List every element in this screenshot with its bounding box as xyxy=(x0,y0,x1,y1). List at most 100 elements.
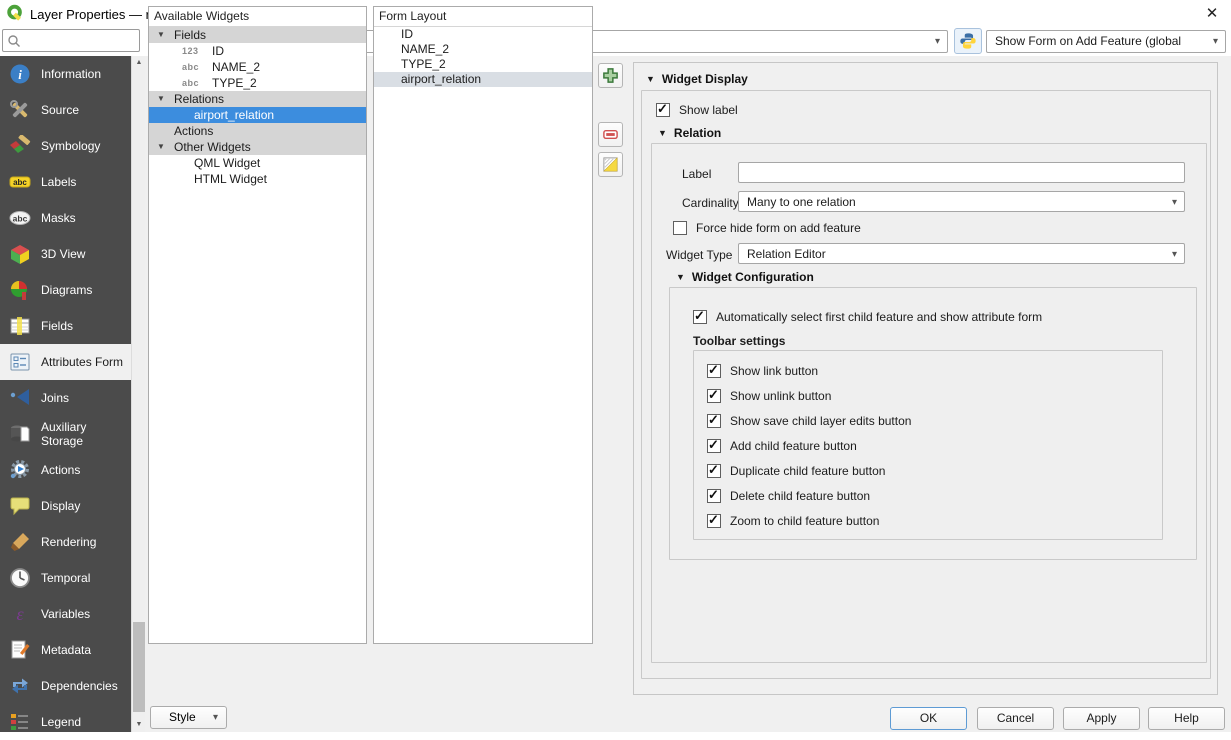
rename-item-button[interactable] xyxy=(598,152,623,177)
relation-header[interactable]: ▼ Relation xyxy=(658,126,721,140)
sidebar-item-fields[interactable]: Fields xyxy=(0,308,131,344)
add-container-button[interactable] xyxy=(598,63,623,88)
sidebar-item-label: Symbology xyxy=(41,139,100,153)
tree-group-fields[interactable]: ▼ Fields xyxy=(149,27,366,43)
force-hide-checkbox[interactable]: Force hide form on add feature xyxy=(673,221,861,235)
tree-group-other-widgets[interactable]: ▼ Other Widgets xyxy=(149,139,366,155)
sidebar-item-label: Labels xyxy=(41,175,76,189)
widget-type-select[interactable]: Relation Editor ▾ xyxy=(738,243,1185,264)
widget-settings-panel: ▼ Widget Display ✓ Show label ▼ Relation… xyxy=(633,62,1218,695)
form-layout-item-name-2[interactable]: NAME_2 xyxy=(374,42,592,57)
sidebar-item-actions[interactable]: Actions xyxy=(0,452,131,488)
sidebar-item-label: Variables xyxy=(41,607,90,621)
form-layout-title: Form Layout xyxy=(374,7,592,27)
temporal-icon xyxy=(8,566,32,590)
apply-button[interactable]: Apply xyxy=(1063,707,1140,730)
show-save-child-edits-checkbox[interactable]: ✓ Show save child layer edits button xyxy=(707,414,911,428)
expander-icon[interactable]: ▼ xyxy=(157,27,165,43)
sidebar-item-label: Diagrams xyxy=(41,283,92,297)
sidebar-item-3d-view[interactable]: 3D View xyxy=(0,236,131,272)
help-button[interactable]: Help xyxy=(1148,707,1225,730)
expander-icon[interactable]: ▼ xyxy=(157,139,165,155)
tree-group-relations[interactable]: ▼ Relations xyxy=(149,91,366,107)
form-layout-item-type-2[interactable]: TYPE_2 xyxy=(374,57,592,72)
style-button[interactable]: Style ▾ xyxy=(150,706,227,729)
collapse-arrow-icon[interactable]: ▼ xyxy=(646,74,655,84)
integer-field-icon: 123 xyxy=(182,43,199,59)
widget-type-select-value: Relation Editor xyxy=(747,247,826,261)
widget-display-header[interactable]: ▼ Widget Display xyxy=(646,72,748,86)
available-widgets-title: Available Widgets xyxy=(149,7,366,27)
show-unlink-button-checkbox[interactable]: ✓ Show unlink button xyxy=(707,389,831,403)
form-layout-item-airport-relation[interactable]: airport_relation xyxy=(374,72,592,87)
cardinality-select[interactable]: Many to one relation ▾ xyxy=(738,191,1185,212)
text-field-icon: abc xyxy=(182,75,199,91)
tree-item-airport-relation[interactable]: airport_relation xyxy=(149,107,366,123)
form-mode-select[interactable]: Show Form on Add Feature (global setting… xyxy=(986,30,1226,53)
plus-icon xyxy=(602,67,619,84)
qgis-logo-icon xyxy=(6,4,24,27)
sidebar-item-symbology[interactable]: Symbology xyxy=(0,128,131,164)
sidebar-item-dependencies[interactable]: Dependencies xyxy=(0,668,131,704)
label-field-input[interactable] xyxy=(738,162,1185,183)
scrollbar-thumb[interactable] xyxy=(133,622,145,712)
source-icon xyxy=(8,98,32,122)
zoom-to-child-feature-checkbox[interactable]: ✓ Zoom to child feature button xyxy=(707,514,879,528)
check-icon: ✓ xyxy=(708,363,719,377)
scroll-up-icon[interactable]: ▲ xyxy=(132,56,146,70)
close-icon[interactable]: ✕ xyxy=(1198,3,1226,25)
show-link-button-checkbox[interactable]: ✓ Show link button xyxy=(707,364,818,378)
sidebar-item-display[interactable]: Display xyxy=(0,488,131,524)
python-init-button[interactable] xyxy=(954,28,982,54)
sidebar-item-attributes-form[interactable]: Attributes Form xyxy=(0,344,131,380)
tree-item-html-widget[interactable]: HTML Widget xyxy=(149,171,366,187)
sidebar-item-auxiliary-storage[interactable]: Auxiliary Storage xyxy=(0,416,131,452)
sidebar-item-diagrams[interactable]: Diagrams xyxy=(0,272,131,308)
dependencies-icon xyxy=(8,674,32,698)
remove-item-button[interactable] xyxy=(598,122,623,147)
label-field-label: Label xyxy=(682,167,711,181)
delete-child-feature-checkbox[interactable]: ✓ Delete child feature button xyxy=(707,489,870,503)
tree-group-actions[interactable]: Actions xyxy=(149,123,366,139)
sidebar-item-joins[interactable]: Joins xyxy=(0,380,131,416)
expander-icon[interactable]: ▼ xyxy=(157,91,165,107)
3d-view-icon xyxy=(8,242,32,266)
cancel-button[interactable]: Cancel xyxy=(977,707,1054,730)
collapse-arrow-icon[interactable]: ▼ xyxy=(676,272,685,282)
tree-item-qml-widget[interactable]: QML Widget xyxy=(149,155,366,171)
search-input[interactable] xyxy=(2,29,140,52)
sidebar-item-temporal[interactable]: Temporal xyxy=(0,560,131,596)
cardinality-label: Cardinality xyxy=(682,196,739,210)
sidebar-item-label: Source xyxy=(41,103,79,117)
sidebar-item-legend[interactable]: Legend xyxy=(0,704,131,740)
sidebar-item-labels[interactable]: abc Labels xyxy=(0,164,131,200)
chevron-down-icon: ▾ xyxy=(1172,192,1177,213)
form-layout-item-id[interactable]: ID xyxy=(374,27,592,42)
sidebar-item-label: Rendering xyxy=(41,535,96,549)
toolbar-settings-title: Toolbar settings xyxy=(693,334,785,348)
show-label-checkbox[interactable]: ✓ Show label xyxy=(656,103,738,117)
auto-select-checkbox[interactable]: ✓ Automatically select first child featu… xyxy=(693,310,1042,324)
tree-item-id[interactable]: 123 ID xyxy=(149,43,366,59)
scroll-down-icon[interactable]: ▼ xyxy=(132,718,146,732)
widget-configuration-header[interactable]: ▼ Widget Configuration xyxy=(676,270,814,284)
ok-button[interactable]: OK xyxy=(890,707,967,730)
sidebar: i Information Source Symbology abc Label… xyxy=(0,56,131,732)
sidebar-item-source[interactable]: Source xyxy=(0,92,131,128)
sidebar-scrollbar[interactable]: ▲ ▼ xyxy=(131,56,145,732)
sidebar-item-metadata[interactable]: Metadata xyxy=(0,632,131,668)
rendering-icon xyxy=(8,530,32,554)
sidebar-item-label: Information xyxy=(41,67,101,81)
svg-text:abc: abc xyxy=(13,178,27,187)
check-icon: ✓ xyxy=(708,513,719,527)
tree-item-name-2[interactable]: abc NAME_2 xyxy=(149,59,366,75)
sidebar-item-rendering[interactable]: Rendering xyxy=(0,524,131,560)
sidebar-item-information[interactable]: i Information xyxy=(0,56,131,92)
sidebar-item-masks[interactable]: abc Masks xyxy=(0,200,131,236)
duplicate-child-feature-checkbox[interactable]: ✓ Duplicate child feature button xyxy=(707,464,885,478)
tree-item-type-2[interactable]: abc TYPE_2 xyxy=(149,75,366,91)
sidebar-item-variables[interactable]: ε Variables xyxy=(0,596,131,632)
collapse-arrow-icon[interactable]: ▼ xyxy=(658,128,667,138)
check-icon: ✓ xyxy=(657,102,668,116)
add-child-feature-checkbox[interactable]: ✓ Add child feature button xyxy=(707,439,857,453)
